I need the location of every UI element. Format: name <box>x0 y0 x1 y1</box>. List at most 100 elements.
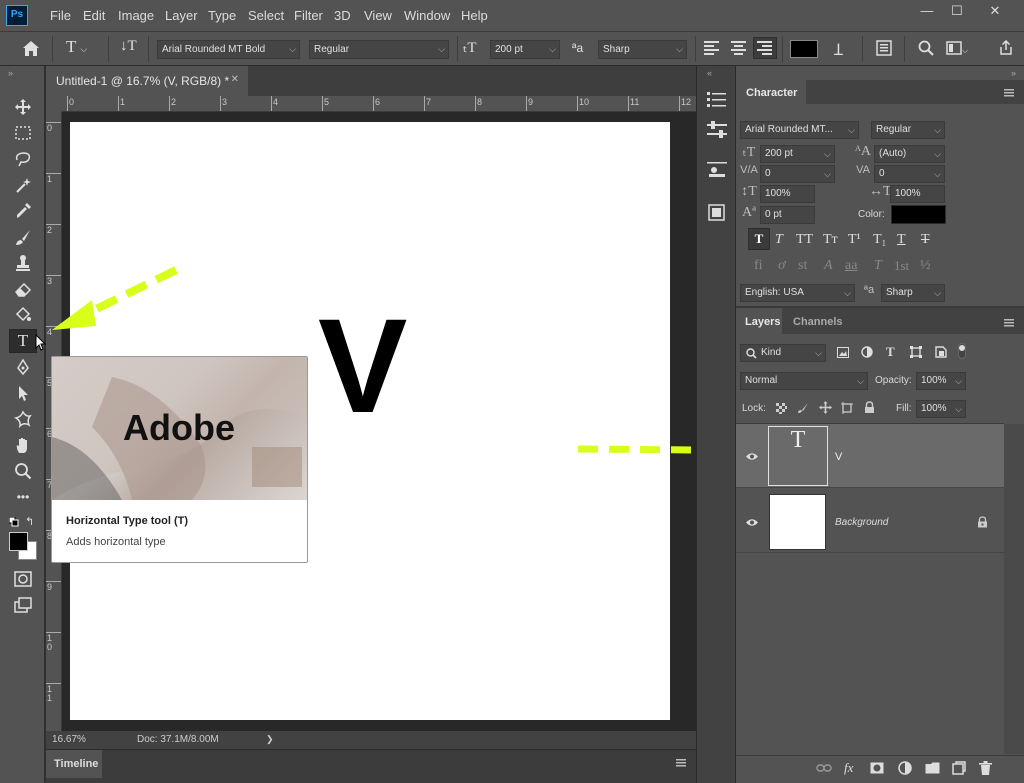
all-caps-button[interactable]: TT <box>796 232 813 248</box>
paint-bucket-tool-icon[interactable] <box>9 303 37 327</box>
layer-style-fx-icon[interactable]: fx <box>844 760 853 776</box>
char-antialias-select[interactable]: Sharp ⌵ <box>881 284 945 302</box>
search-icon[interactable] <box>918 40 934 59</box>
char-hscale-input[interactable]: 100% <box>890 185 945 203</box>
clone-stamp-tool-icon[interactable] <box>9 251 37 275</box>
properties-panel-icon[interactable] <box>707 204 727 225</box>
char-kerning-select[interactable]: 0 ⌵ <box>760 165 835 183</box>
subscript-button[interactable]: T₁ <box>873 232 886 248</box>
menu-edit[interactable]: Edit <box>83 8 105 23</box>
char-baseline-input[interactable]: 0 pt <box>760 206 815 224</box>
zoom-level[interactable]: 16.67% <box>52 734 86 745</box>
antialias-select[interactable]: Sharp ⌵ <box>598 40 687 59</box>
lock-image-pixels-icon[interactable] <box>797 402 809 417</box>
stylistic-alternates-button[interactable]: aa <box>845 258 857 274</box>
character-tab[interactable]: Character <box>736 80 806 104</box>
brush-tool-icon[interactable] <box>9 225 37 249</box>
filter-shape-layers-icon[interactable] <box>910 346 922 361</box>
language-select[interactable]: English: USA ⌵ <box>740 284 855 302</box>
superscript-button[interactable]: T¹ <box>848 232 861 248</box>
default-colors-icon[interactable] <box>8 516 19 530</box>
maximize-button[interactable]: ☐ <box>944 2 970 20</box>
adjustments-panel-icon[interactable] <box>707 121 727 142</box>
menu-image[interactable]: Image <box>118 8 154 23</box>
panel-menu-icon[interactable] <box>1004 318 1014 330</box>
char-color-swatch[interactable] <box>891 205 946 224</box>
toggle-panels-icon[interactable] <box>876 40 892 59</box>
align-center-icon[interactable] <box>731 41 746 58</box>
lock-transparent-pixels-icon[interactable] <box>776 403 787 417</box>
pen-tool-icon[interactable] <box>9 355 37 379</box>
menu-filter[interactable]: Filter <box>294 8 323 23</box>
new-group-icon[interactable] <box>925 762 940 777</box>
close-tab-icon[interactable]: ✕ <box>231 74 239 85</box>
path-selection-tool-icon[interactable] <box>9 381 37 405</box>
layer-row-background[interactable]: Background <box>736 489 1004 553</box>
status-menu-arrow-icon[interactable]: ❯ <box>266 734 274 745</box>
filter-type-layers-icon[interactable]: T <box>886 344 895 360</box>
add-mask-icon[interactable] <box>870 762 884 777</box>
home-icon[interactable] <box>22 40 40 60</box>
layer-filter-select[interactable]: Kind ⌵ <box>740 344 826 362</box>
fractions-button[interactable]: ½ <box>920 258 931 274</box>
layer-name[interactable]: Background <box>835 517 888 528</box>
menu-help[interactable]: Help <box>461 8 488 23</box>
eye-icon[interactable] <box>745 518 759 530</box>
ruler-origin[interactable] <box>46 96 62 112</box>
quick-mask-icon[interactable] <box>9 567 37 591</box>
underline-button[interactable]: T <box>897 232 906 248</box>
font-family-select[interactable]: Arial Rounded MT Bold ⌵ <box>157 40 300 59</box>
old-style-button[interactable]: ơ <box>778 258 785 274</box>
panel-menu-icon[interactable] <box>676 758 686 770</box>
type-tool-preset-icon[interactable]: T ⌵ <box>66 37 87 57</box>
char-size-select[interactable]: 200 pt ⌵ <box>760 145 835 163</box>
timeline-tab[interactable]: Timeline <box>46 750 102 778</box>
align-left-icon[interactable] <box>704 41 719 58</box>
eye-icon[interactable] <box>745 452 759 464</box>
share-icon[interactable] <box>998 39 1014 59</box>
screen-mode-icon[interactable] <box>9 593 37 617</box>
layer-row-v[interactable]: T V <box>736 424 1004 488</box>
hand-tool-icon[interactable] <box>9 433 37 457</box>
link-layers-icon[interactable] <box>816 763 832 776</box>
menu-select[interactable]: Select <box>248 8 284 23</box>
menu-3d[interactable]: 3D <box>334 8 351 23</box>
faux-italic-button[interactable]: T <box>775 232 783 248</box>
new-layer-icon[interactable] <box>952 761 966 778</box>
swash-button[interactable]: A <box>824 258 833 274</box>
minimize-button[interactable]: — <box>914 2 940 20</box>
lasso-tool-icon[interactable] <box>9 147 37 171</box>
collapse-dock-icon[interactable]: « <box>707 68 712 78</box>
layers-scrollbar[interactable] <box>1004 424 1024 754</box>
move-tool-icon[interactable] <box>9 95 37 119</box>
character-styles-icon[interactable] <box>707 160 727 181</box>
zoom-tool-icon[interactable] <box>9 459 37 483</box>
rectangular-marquee-tool-icon[interactable] <box>9 121 37 145</box>
channels-tab[interactable]: Channels <box>793 316 843 328</box>
document-tab[interactable]: Untitled-1 @ 16.7% (V, RGB/8) * ✕ <box>46 66 248 96</box>
menu-view[interactable]: View <box>364 8 392 23</box>
ordinals-button[interactable]: 1st <box>894 258 909 274</box>
filter-adjustment-layers-icon[interactable] <box>861 346 873 361</box>
foreground-color-swatch[interactable] <box>9 532 28 551</box>
text-color-swatch[interactable] <box>790 40 818 58</box>
menu-type[interactable]: Type <box>208 8 236 23</box>
small-caps-button[interactable]: Tт <box>823 232 838 248</box>
warp-text-icon[interactable]: Ʇ <box>834 38 843 60</box>
paragraph-panel-icon[interactable] <box>707 91 727 112</box>
layers-tab[interactable]: Layers <box>736 308 782 334</box>
filter-smart-objects-icon[interactable] <box>935 346 947 361</box>
magic-wand-tool-icon[interactable] <box>9 173 37 197</box>
close-window-button[interactable]: ✕ <box>982 2 1008 20</box>
titling-alternates-button[interactable]: T <box>874 258 882 274</box>
char-vscale-input[interactable]: 100% <box>760 185 815 203</box>
panel-menu-icon[interactable] <box>1004 88 1014 100</box>
custom-shape-tool-icon[interactable] <box>9 407 37 431</box>
trash-icon[interactable] <box>979 761 992 778</box>
horizontal-type-tool-icon[interactable]: T <box>9 329 37 353</box>
font-style-select[interactable]: Regular ⌵ <box>309 40 449 59</box>
opacity-input[interactable]: 100% ⌵ <box>916 372 966 390</box>
collapse-panels-icon[interactable]: » <box>1011 68 1016 78</box>
swap-colors-icon[interactable]: ↰ <box>25 515 34 528</box>
menu-window[interactable]: Window <box>404 8 450 23</box>
